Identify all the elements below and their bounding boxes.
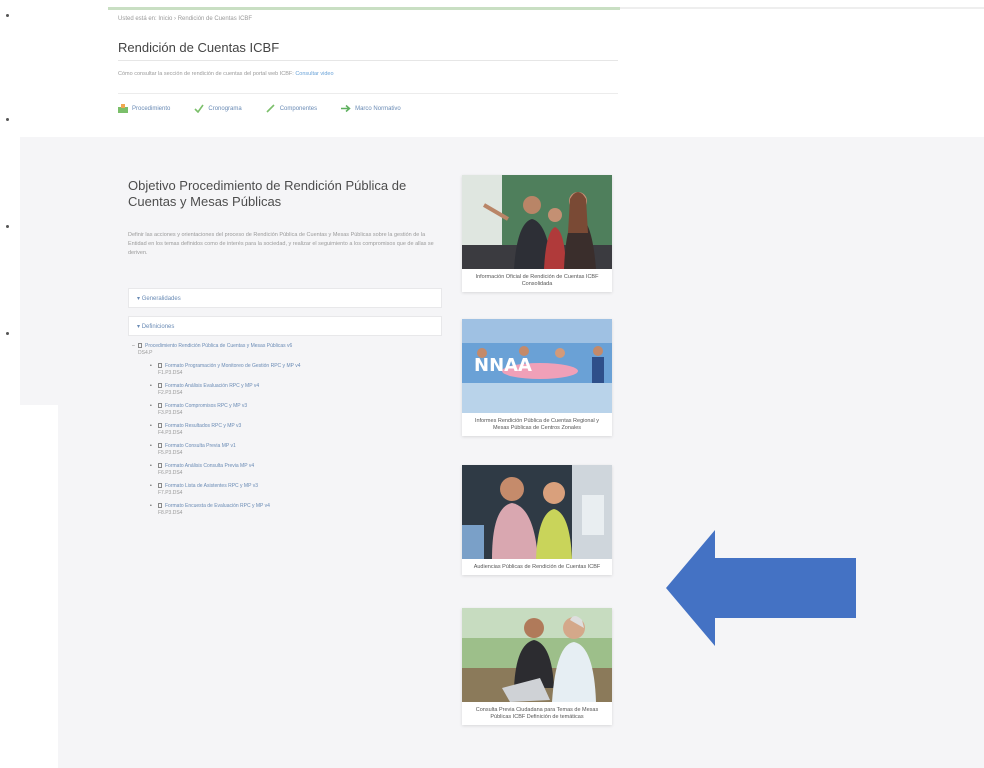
margin-bullet: [6, 332, 9, 335]
card-informes-regional[interactable]: NNAA Informes Rendición Pública de Cuent…: [462, 319, 612, 436]
document-code: F2.P3.DS4: [158, 390, 183, 396]
document-code: F8.P3.DS4: [158, 510, 183, 516]
list-item[interactable]: Formato Análisis Consulta Previa MP v4 F…: [132, 463, 432, 477]
document-icon: [158, 363, 162, 368]
description-text: Cómo consultar la sección de rendición d…: [118, 71, 294, 77]
tab-label: Cronograma: [208, 105, 242, 112]
document-code: F4.P3.DS4: [158, 430, 183, 436]
list-item[interactable]: Formato Encuesta de Evaluación RPC y MP …: [132, 503, 432, 517]
card-caption: Información Oficial de Rendición de Cuen…: [475, 274, 599, 287]
document-name[interactable]: Formato Resultados RPC y MP v3: [165, 423, 241, 429]
list-item[interactable]: Formato Análisis Evaluación RPC y MP v4 …: [132, 383, 432, 397]
procedure-icon: [118, 104, 128, 113]
card-caption: Informes Rendición Pública de Cuentas Re…: [474, 418, 600, 431]
header-accent-bar: [108, 7, 620, 10]
accordion-definiciones[interactable]: ▾ Definiciones: [128, 316, 442, 336]
tab-label: Marco Normativo: [355, 105, 401, 112]
page-title: Rendición de Cuentas ICBF: [118, 40, 280, 55]
document-name[interactable]: Formato Consulta Previa MP v1: [165, 443, 236, 449]
document-code: F6.P3.DS4: [158, 470, 183, 476]
document-name[interactable]: Formato Encuesta de Evaluación RPC y MP …: [165, 503, 270, 509]
tab-label: Procedimiento: [132, 105, 171, 112]
page-description: Cómo consultar la sección de rendición d…: [118, 71, 334, 77]
mother-child-photo: [462, 465, 612, 559]
document-name[interactable]: Procedimiento Rendición Pública de Cuent…: [145, 343, 292, 349]
tab-componentes[interactable]: Componentes: [266, 104, 317, 113]
event-banner-photo: NNAA: [462, 319, 612, 413]
document-code: F1.P3.DS4: [158, 370, 183, 376]
margin-bullet: [6, 14, 9, 17]
tab-label: Componentes: [279, 105, 318, 112]
section-title: Objetivo Procedimiento de Rendición Públ…: [128, 178, 407, 209]
list-item[interactable]: Procedimiento Rendición Pública de Cuent…: [132, 343, 432, 357]
document-icon: [158, 403, 162, 408]
document-name[interactable]: Formato Compromisos RPC y MP v3: [165, 403, 247, 409]
accordion-generalidades[interactable]: ▾ Generalidades: [128, 288, 442, 308]
document-icon: [158, 383, 162, 388]
arrow-right-icon: [341, 104, 351, 113]
svg-text:NNAA: NNAA: [474, 355, 532, 376]
section-description: Definir las acciones y orientaciones del…: [128, 232, 434, 256]
list-item[interactable]: Formato Compromisos RPC y MP v3 F3.P3.DS…: [132, 403, 432, 417]
card-consulta-previa[interactable]: Consulta Previa Ciudadana para Temas de …: [462, 608, 612, 725]
document-code: F3.P3.DS4: [158, 410, 183, 416]
document-code: DS4.P: [138, 350, 153, 356]
breadcrumb[interactable]: Usted está en: Inicio › Rendición de Cue…: [118, 16, 252, 22]
document-code: F7.P3.DS4: [158, 490, 183, 496]
family-photo: [462, 175, 612, 269]
accordion-label: Definiciones: [141, 324, 175, 330]
document-icon: [158, 503, 162, 508]
card-caption: Audiencias Públicas de Rendición de Cuen…: [473, 564, 601, 570]
tab-marco-normativo[interactable]: Marco Normativo: [341, 104, 401, 113]
title-divider: [118, 60, 618, 61]
video-link[interactable]: Consultar video: [295, 71, 333, 77]
description-divider: [118, 93, 618, 94]
section-tabs: Procedimiento Cronograma Componentes Mar…: [118, 104, 401, 113]
document-icon: [138, 343, 142, 348]
document-icon: [158, 463, 162, 468]
document-code: F5.P3.DS4: [158, 450, 183, 456]
list-item[interactable]: Formato Consulta Previa MP v1 F5.P3.DS4: [132, 443, 432, 457]
accordion-label: Generalidades: [141, 296, 181, 302]
list-item[interactable]: Formato Lista de Asistentes RPC y MP v3 …: [132, 483, 432, 497]
tab-cronograma[interactable]: Cronograma: [194, 104, 242, 113]
list-item[interactable]: Formato Resultados RPC y MP v3 F4.P3.DS4: [132, 423, 432, 437]
header-divider: [620, 7, 984, 9]
card-audiencias-publicas[interactable]: Audiencias Públicas de Rendición de Cuen…: [462, 465, 612, 575]
pencil-icon: [266, 104, 276, 113]
document-name[interactable]: Formato Análisis Consulta Previa MP v4: [165, 463, 254, 469]
document-icon: [158, 483, 162, 488]
document-list: Procedimiento Rendición Pública de Cuent…: [132, 343, 432, 523]
document-icon: [158, 423, 162, 428]
check-icon: [194, 104, 205, 113]
margin-bullet: [6, 225, 9, 228]
card-caption: Consulta Previa Ciudadana para Temas de …: [475, 707, 599, 720]
document-name[interactable]: Formato Lista de Asistentes RPC y MP v3: [165, 483, 258, 489]
page-header: Usted está en: Inicio › Rendición de Cue…: [108, 0, 620, 136]
list-item[interactable]: Formato Programación y Monitoreo de Gest…: [132, 363, 432, 377]
laptop-photo: [462, 608, 612, 702]
document-name[interactable]: Formato Análisis Evaluación RPC y MP v4: [165, 383, 259, 389]
document-icon: [158, 443, 162, 448]
tab-procedimiento[interactable]: Procedimiento: [118, 104, 170, 113]
margin-bullet: [6, 118, 9, 121]
document-name[interactable]: Formato Programación y Monitoreo de Gest…: [165, 363, 301, 369]
card-informacion-oficial[interactable]: Información Oficial de Rendición de Cuen…: [462, 175, 612, 292]
left-arrow-icon: [666, 530, 856, 646]
